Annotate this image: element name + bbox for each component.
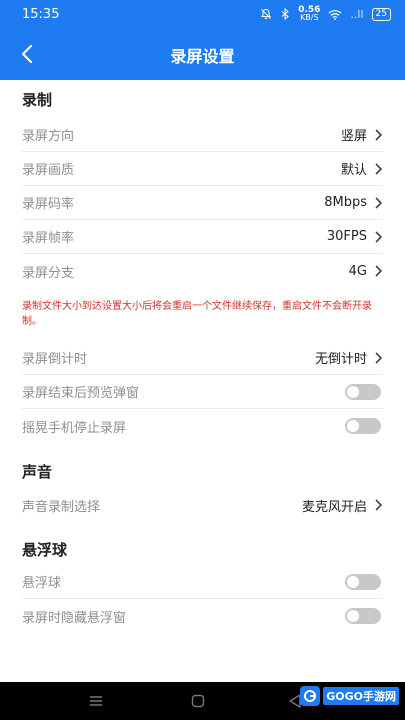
net-speed: 0.56 KB/S [298,5,321,22]
section-title-sound: 声音 [22,463,53,481]
row-label: 录屏时隐藏悬浮窗 [22,610,127,626]
chevron-right-icon [375,128,383,141]
row-label: 录屏码率 [22,197,75,212]
row-value: 30FPS [326,229,367,244]
row-sound-source[interactable]: 声音录制选择 麦克风开启 [22,488,383,522]
row-record-countdown[interactable]: 录屏倒计时 无倒计时 [22,341,383,375]
float-ball-toggle[interactable] [345,573,381,590]
row-label: 录屏帧率 [22,231,75,246]
row-label: 悬浮球 [22,576,62,591]
row-value: 麦克风开启 [301,499,367,515]
hide-float-window-toggle[interactable] [345,608,381,624]
row-preview-popup: 录屏结束后预览弹窗 [22,375,383,409]
row-label: 录屏画质 [22,163,75,178]
split-warning-text: 录制文件大小到达设置大小后将会重启一个文件继续保存，重启文件不会断开录制。 [22,301,372,327]
chevron-right-icon [375,230,383,243]
row-hide-float-window: 录屏时隐藏悬浮窗 [22,599,383,633]
wifi-icon [329,9,342,20]
nav-header: 录屏设置 [0,28,405,80]
watermark: GOGO手游网 [300,686,399,706]
row-value: 无倒计时 [314,352,367,367]
row-label: 录屏倒计时 [22,352,88,367]
chevron-right-icon [375,499,383,511]
preview-popup-toggle[interactable] [345,383,381,400]
row-value: 默认 [340,163,367,178]
shake-stop-toggle[interactable] [345,418,381,434]
row-label: 摇晃手机停止录屏 [22,420,127,436]
status-time: 15:35 [22,6,60,22]
menu-icon[interactable] [88,693,104,709]
row-label: 录屏结束后预览弹窗 [22,386,140,401]
row-value: 竖屏 [340,129,367,144]
chevron-right-icon [375,196,383,209]
signal-text: ..ll [350,7,364,21]
row-shake-stop: 摇晃手机停止录屏 [22,409,383,443]
row-float-ball: 悬浮球 [22,565,383,599]
chevron-right-icon [375,265,383,277]
status-bar: 15:35 0.56 KB/S ..ll 25 [0,0,405,28]
chevron-right-icon [375,351,383,364]
status-icons: 0.56 KB/S ..ll 25 [260,6,391,22]
watermark-text: GOGO手游网 [323,687,399,705]
toggle-knob [347,385,359,398]
page-title: 录屏设置 [170,47,235,66]
chevron-right-icon [375,162,383,175]
row-record-direction[interactable]: 录屏方向 竖屏 [22,118,383,152]
row-value: 8Mbps [324,195,367,210]
row-label: 声音录制选择 [22,499,101,515]
bluetooth-icon [281,8,289,20]
section-title-float-ball: 悬浮球 [22,541,68,559]
section-title-record: 录制 [22,91,53,109]
row-record-fps[interactable]: 录屏帧率 30FPS [22,220,383,254]
row-record-bitrate[interactable]: 录屏码率 8Mbps [22,186,383,220]
toggle-knob [347,575,359,588]
row-record-quality[interactable]: 录屏画质 默认 [22,152,383,186]
toggle-knob [347,610,359,622]
row-label: 录屏分支 [22,265,75,281]
settings-content: 录制 录屏方向 竖屏 录屏画质 默认 录屏码率 8Mbps 录屏帧率 30FPS… [0,80,405,682]
row-record-split[interactable]: 录屏分支 4G [22,254,383,288]
row-value: 4G [348,263,367,279]
battery-indicator: 25 [371,7,391,21]
home-icon[interactable] [190,693,206,709]
mute-bell-icon [261,8,272,19]
watermark-logo-icon [300,686,321,706]
row-label: 录屏方向 [22,129,75,144]
toggle-knob [347,420,359,432]
